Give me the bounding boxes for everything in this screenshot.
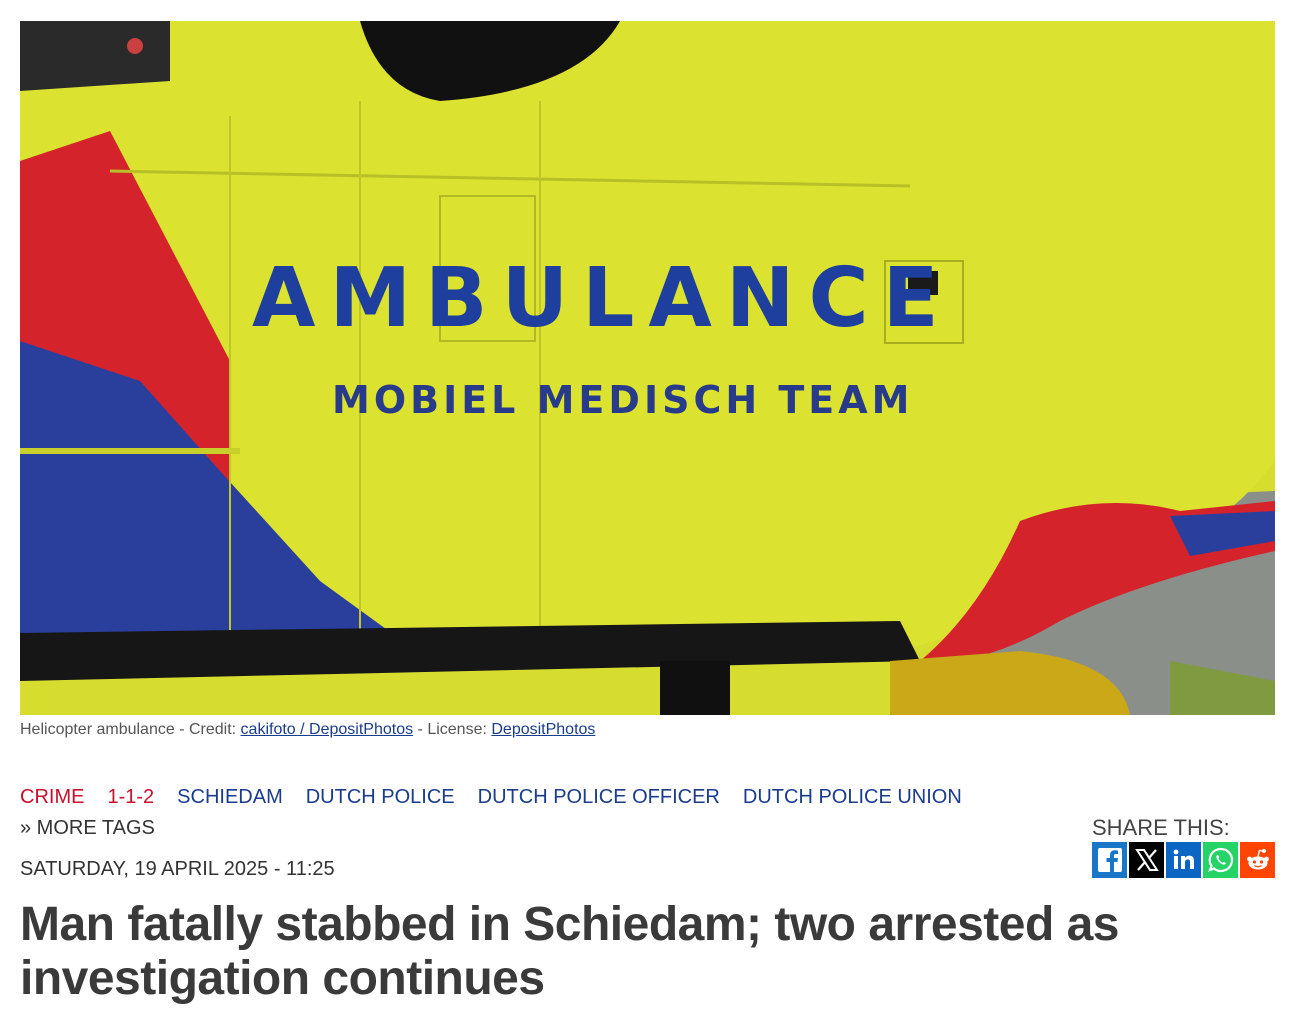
whatsapp-icon: [1207, 847, 1233, 873]
tag-112[interactable]: 1-1-2: [107, 786, 154, 809]
tag-dutch-police-officer[interactable]: DUTCH POLICE OFFICER: [478, 786, 720, 809]
article-headline: Man fatally stabbed in Schiedam; two arr…: [20, 898, 1119, 1005]
tag-dutch-police[interactable]: DUTCH POLICE: [306, 786, 455, 809]
share-whatsapp-button[interactable]: [1203, 842, 1238, 878]
share-reddit-button[interactable]: [1240, 842, 1275, 878]
tag-list: CRIME 1-1-2 SCHIEDAM DUTCH POLICE DUTCH …: [20, 786, 985, 809]
share-facebook-button[interactable]: [1092, 842, 1127, 878]
facebook-icon: [1097, 848, 1122, 872]
more-tags-link[interactable]: » MORE TAGS: [20, 817, 155, 840]
tag-crime[interactable]: CRIME: [20, 786, 84, 809]
license-prefix: - License:: [413, 721, 492, 738]
reddit-icon: [1246, 849, 1269, 870]
linkedin-icon: [1173, 849, 1194, 869]
image-caption: Helicopter ambulance - Credit: cakifoto …: [20, 721, 595, 739]
tag-schiedam[interactable]: SCHIEDAM: [177, 786, 283, 809]
share-label: SHARE THIS:: [1092, 815, 1230, 840]
publish-date: SATURDAY, 19 APRIL 2025 - 11:25: [20, 858, 335, 880]
share-x-button[interactable]: [1129, 842, 1164, 878]
caption-prefix: Helicopter ambulance - Credit:: [20, 721, 241, 738]
hero-image: AMBULANCE MOBIEL MEDISCH TEAM: [20, 21, 1275, 715]
helicopter-illustration: AMBULANCE MOBIEL MEDISCH TEAM: [20, 21, 1275, 715]
hero-main-text: AMBULANCE: [252, 251, 953, 346]
article-page: AMBULANCE MOBIEL MEDISCH TEAM Helicopter…: [0, 0, 1296, 1020]
hero-sub-text: MOBIEL MEDISCH TEAM: [332, 378, 913, 422]
share-buttons: [1092, 842, 1275, 878]
x-icon: [1134, 849, 1159, 871]
license-link[interactable]: DepositPhotos: [491, 721, 595, 738]
credit-link[interactable]: cakifoto / DepositPhotos: [241, 721, 414, 738]
tag-dutch-police-union[interactable]: DUTCH POLICE UNION: [743, 786, 962, 809]
share-linkedin-button[interactable]: [1166, 842, 1201, 878]
